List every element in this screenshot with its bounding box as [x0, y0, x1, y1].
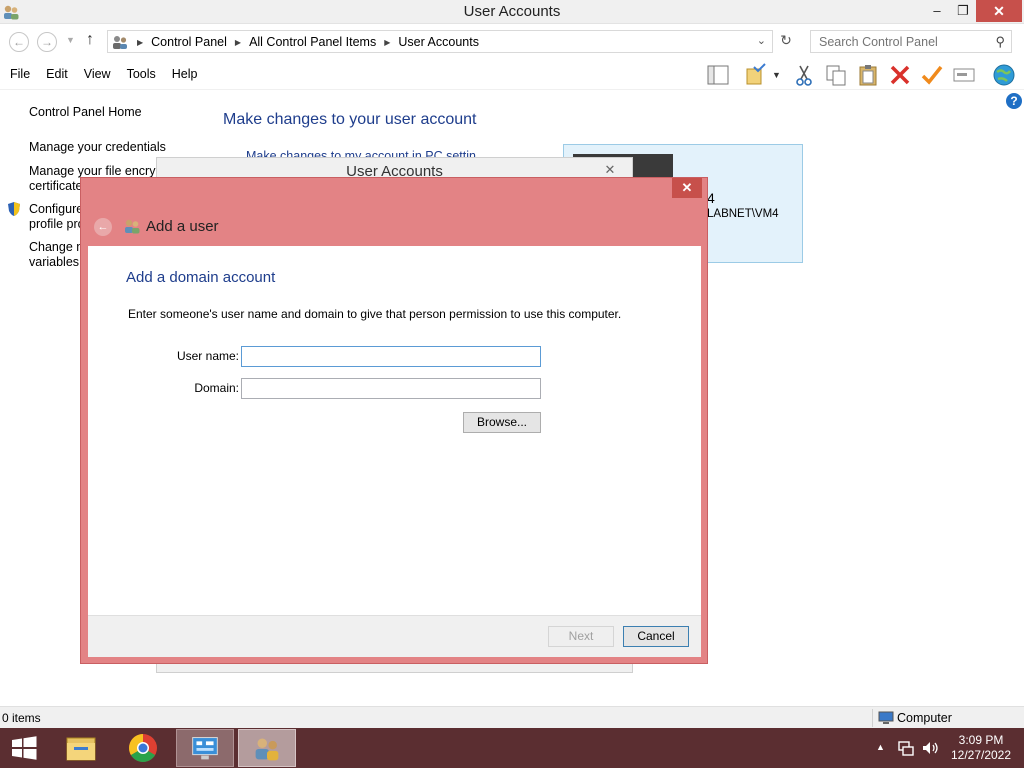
sidebar-item-manage-credentials[interactable]: Manage your credentials — [29, 140, 166, 155]
forward-button[interactable]: → — [37, 32, 57, 52]
sidebar-item-configure-profile[interactable]: Configure — [29, 202, 83, 217]
checkmark-icon[interactable] — [920, 63, 944, 87]
dialog-description: Enter someone's user name and domain to … — [128, 307, 622, 321]
domain-field[interactable] — [241, 378, 541, 399]
dropdown-chevron-icon[interactable]: ▼ — [772, 63, 786, 87]
clock-date: 12/27/2022 — [950, 748, 1012, 762]
window-title: User Accounts — [463, 3, 561, 20]
pc-settings-link[interactable]: Make changes to my account in PC setting… — [246, 149, 476, 157]
username-field[interactable] — [241, 346, 541, 367]
dialog-title: Add a user — [146, 218, 219, 235]
sidebar-item-file-encryption-cont[interactable]: certificate — [29, 179, 83, 194]
breadcrumb-separator-icon[interactable]: ▶ — [384, 38, 390, 47]
menu-help[interactable]: Help — [164, 67, 206, 81]
username-label: User name: — [176, 349, 239, 363]
taskbar-clock[interactable]: 3:09 PM 12/27/2022 — [948, 733, 1014, 763]
layout-icon[interactable] — [706, 63, 730, 87]
menu-file[interactable]: File — [2, 67, 38, 81]
menu-view[interactable]: View — [76, 67, 119, 81]
item-count: 0 items — [2, 711, 41, 725]
user-domain: LABNET\VM4 — [707, 208, 779, 220]
volume-icon[interactable] — [921, 739, 939, 757]
status-divider — [872, 709, 873, 727]
properties-icon[interactable] — [744, 63, 768, 87]
dialog-back-button[interactable]: ← — [94, 218, 112, 236]
recent-locations-chevron-icon[interactable]: ▼ — [66, 35, 75, 45]
breadcrumb-user-accounts[interactable]: User Accounts — [398, 35, 479, 49]
up-arrow-icon[interactable]: ↑ — [86, 31, 94, 49]
page-heading: Make changes to your user account — [223, 111, 477, 128]
user-accounts-taskbar-icon[interactable] — [238, 729, 296, 767]
breadcrumb-separator-icon[interactable]: ▶ — [137, 38, 143, 47]
restore-button[interactable]: ❐ — [950, 0, 976, 22]
search-input[interactable] — [811, 31, 986, 52]
menu-toolbar: File Edit View Tools Help ▼ — [0, 60, 1024, 90]
copy-icon[interactable] — [824, 63, 848, 87]
dialog-footer: Next Cancel — [88, 615, 701, 657]
status-bar: 0 items Computer — [0, 706, 1024, 728]
refresh-icon[interactable]: ↻ — [776, 32, 796, 52]
uac-shield-icon — [8, 202, 20, 216]
search-box[interactable]: ⚲ — [810, 30, 1012, 53]
add-user-dialog: ✕ ← Add a user Add a domain account Ente… — [80, 177, 708, 664]
address-dropdown-chevron-icon[interactable]: ⌄ — [757, 34, 766, 47]
close-button[interactable]: ✕ — [976, 0, 1022, 22]
show-hidden-icons-chevron-icon[interactable]: ▲ — [876, 742, 885, 752]
minimize-button[interactable]: – — [924, 0, 950, 22]
network-icon[interactable] — [897, 739, 915, 757]
window-titlebar: User Accounts – ❐ ✕ — [0, 0, 1024, 24]
paste-icon[interactable] — [856, 63, 880, 87]
sidebar-item-control-panel-home[interactable]: Control Panel Home — [29, 105, 142, 120]
control-panel-taskbar-icon[interactable] — [176, 729, 234, 767]
location-label: Computer — [897, 711, 952, 725]
menu-tools[interactable]: Tools — [119, 67, 164, 81]
taskbar: ▲ 3:09 PM 12/27/2022 — [0, 728, 1024, 768]
domain-label: Domain: — [194, 381, 239, 395]
back-button[interactable]: ← — [9, 32, 29, 52]
delete-icon[interactable] — [888, 63, 912, 87]
sidebar-item-change-variables[interactable]: Change m — [29, 240, 87, 255]
chrome-icon[interactable] — [114, 729, 172, 767]
navigation-bar: ← → ▼ ↑ ▶ Control Panel ▶ All Control Pa… — [0, 24, 1024, 60]
dialog-body: Add a domain account Enter someone's use… — [88, 246, 701, 615]
control-panel-icon — [113, 36, 127, 49]
add-user-icon — [125, 219, 140, 234]
address-bar[interactable]: ▶ Control Panel ▶ All Control Panel Item… — [107, 30, 773, 53]
help-icon[interactable]: ? — [1006, 93, 1022, 109]
menu-bar: File Edit View Tools Help — [2, 67, 205, 81]
breadcrumb: ▶ Control Panel ▶ All Control Panel Item… — [134, 35, 479, 49]
computer-icon — [878, 711, 894, 724]
dialog-close-button[interactable]: ✕ — [672, 178, 702, 198]
dialog-subtitle: Add a domain account — [126, 269, 276, 286]
sidebar-item-change-variables-cont[interactable]: variables — [29, 255, 79, 270]
rename-icon[interactable] — [952, 63, 976, 87]
cut-icon[interactable] — [792, 63, 816, 87]
breadcrumb-all-items[interactable]: All Control Panel Items — [249, 35, 376, 49]
menu-edit[interactable]: Edit — [38, 67, 76, 81]
clock-time: 3:09 PM — [958, 733, 1004, 747]
user-name: 4 — [707, 190, 715, 206]
sidebar-item-configure-profile-cont[interactable]: profile pro — [29, 217, 85, 232]
cancel-button[interactable]: Cancel — [623, 626, 689, 647]
next-button[interactable]: Next — [548, 626, 614, 647]
windows-start-icon[interactable] — [0, 728, 48, 768]
breadcrumb-separator-icon[interactable]: ▶ — [235, 38, 241, 47]
breadcrumb-control-panel[interactable]: Control Panel — [151, 35, 227, 49]
browse-button[interactable]: Browse... — [463, 412, 541, 433]
file-explorer-icon[interactable] — [52, 729, 110, 767]
globe-icon[interactable] — [992, 63, 1016, 87]
search-icon[interactable]: ⚲ — [995, 34, 1005, 50]
